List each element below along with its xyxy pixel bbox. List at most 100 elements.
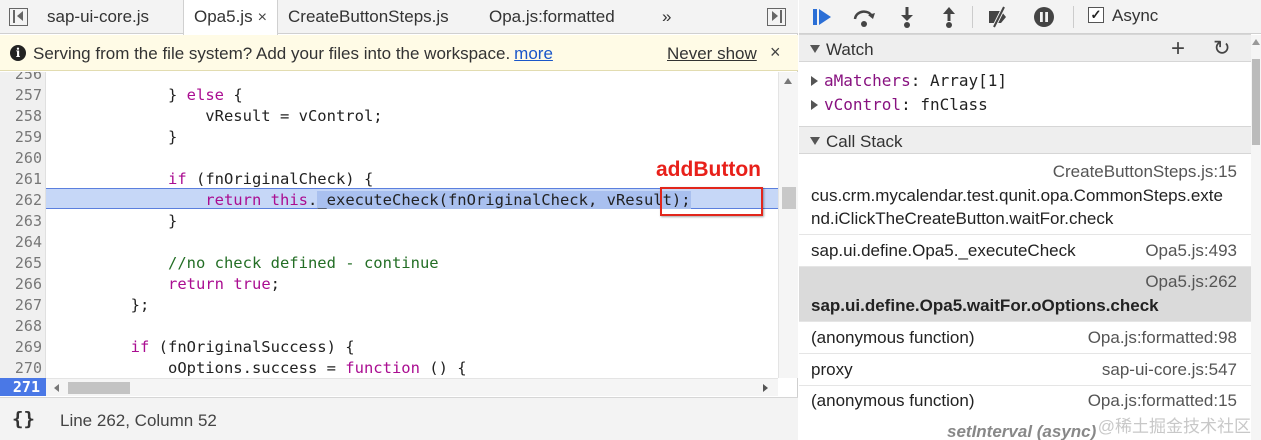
- async-label: Async: [1112, 6, 1159, 25]
- watch-separator: :: [910, 71, 930, 90]
- code-line: if (fnOriginalSuccess) {: [56, 337, 355, 358]
- code-token: (fnOriginalCheck) {: [186, 170, 374, 188]
- call-frame[interactable]: (anonymous function) Opa.js:formatted:98: [799, 322, 1251, 354]
- frame-function: sap.ui.define.Opa5._executeCheck: [811, 241, 1076, 260]
- code-line: return this._executeCheck(fnOriginalChec…: [56, 190, 691, 211]
- watch-value: Array[1]: [929, 71, 1008, 90]
- toolbar-separator: [1073, 6, 1074, 28]
- scroll-thumb[interactable]: [1252, 59, 1260, 145]
- code-editor[interactable]: 256 257 258 259 260 261 262 263 264 265 266 267 268 2…: [0, 72, 778, 378]
- line-number[interactable]: 264: [0, 232, 42, 253]
- tab-label: Opa.js:formatted: [489, 7, 615, 26]
- call-frame-selected[interactable]: Opa5.js:262 sap.ui.define.Opa5.waitFor.o…: [799, 267, 1251, 322]
- line-number[interactable]: 267: [0, 295, 42, 316]
- step-out-icon[interactable]: [936, 4, 962, 30]
- code-line: return true;: [56, 274, 280, 295]
- watch-item[interactable]: vControl: fnClass: [811, 95, 988, 114]
- async-checkbox[interactable]: ✓: [1088, 7, 1104, 23]
- selected-code: _executeCheck(fnOriginalCheck, vResult);: [317, 191, 691, 209]
- scroll-left-arrow-icon[interactable]: [54, 384, 59, 392]
- tab-label: Opa5.js: [194, 7, 253, 26]
- line-number[interactable]: 263: [0, 211, 42, 232]
- cursor-position: Line 262, Column 52: [60, 411, 217, 430]
- line-number[interactable]: 266: [0, 274, 42, 295]
- code-token: () {: [419, 359, 467, 377]
- sidebar-scrollbar[interactable]: [1251, 35, 1261, 440]
- call-frame[interactable]: sap.ui.define.Opa5._executeCheck Opa5.js…: [799, 235, 1251, 267]
- code-line: }: [56, 211, 177, 232]
- tab-sap-ui-core[interactable]: sap-ui-core.js: [37, 0, 149, 34]
- step-into-icon[interactable]: [894, 4, 920, 30]
- never-show-link[interactable]: Never show: [667, 44, 757, 64]
- line-number[interactable]: 261: [0, 169, 42, 190]
- more-link[interactable]: more: [514, 44, 553, 63]
- editor-status-bar: {} Line 262, Column 52: [0, 397, 798, 440]
- line-number[interactable]: 262: [0, 190, 42, 211]
- toggle-navigator-icon[interactable]: [9, 8, 28, 26]
- keyword-token: true: [233, 275, 271, 293]
- watch-item[interactable]: aMatchers: Array[1]: [811, 71, 1007, 90]
- code-token: {: [223, 86, 243, 104]
- frame-location: CreateButtonSteps.js:15: [1052, 162, 1237, 181]
- close-icon[interactable]: ×: [770, 42, 781, 63]
- close-tab-icon[interactable]: ×: [258, 9, 267, 26]
- watch-name: aMatchers: [824, 71, 911, 90]
- frame-location: sap-ui-core.js:547: [1101, 360, 1237, 379]
- call-frame[interactable]: proxy sap-ui-core.js:547: [799, 354, 1251, 386]
- scroll-up-arrow-icon[interactable]: [784, 78, 792, 84]
- chevron-double-right-icon: »: [662, 7, 672, 26]
- scroll-right-arrow-icon[interactable]: [763, 384, 768, 392]
- resume-icon[interactable]: [809, 4, 835, 30]
- pretty-print-icon[interactable]: {}: [12, 408, 35, 430]
- line-number[interactable]: 269: [0, 337, 42, 358]
- horizontal-scrollbar[interactable]: [46, 378, 778, 396]
- line-number[interactable]: 259: [0, 127, 42, 148]
- watch-value: fnClass: [920, 95, 988, 114]
- line-number[interactable]: 257: [0, 85, 42, 106]
- line-number[interactable]: 268: [0, 316, 42, 337]
- scroll-up-arrow-icon[interactable]: [1252, 39, 1260, 45]
- toggle-debugger-icon[interactable]: [767, 8, 786, 26]
- frame-location: Opa5.js:262: [1145, 272, 1237, 291]
- tab-label: sap-ui-core.js: [47, 7, 150, 26]
- code-token: }: [56, 86, 187, 104]
- line-number[interactable]: 258: [0, 106, 42, 127]
- code-line: if (fnOriginalCheck) {: [56, 169, 373, 190]
- line-number[interactable]: 256: [0, 72, 42, 85]
- tab-opa-formatted[interactable]: Opa.js:formatted: [479, 0, 615, 34]
- keyword-token: this: [270, 191, 308, 209]
- watch-section-header[interactable]: Watch + ↻: [799, 34, 1251, 62]
- scroll-thumb[interactable]: [68, 382, 130, 394]
- scroll-thumb[interactable]: [782, 187, 796, 209]
- frame-location: Opa5.js:493: [1145, 241, 1237, 260]
- line-number[interactable]: 270: [0, 358, 42, 378]
- watermark: @稀土掘金技术社区: [1097, 417, 1251, 436]
- expand-triangle-icon[interactable]: [811, 76, 818, 86]
- refresh-icon[interactable]: ↻: [1213, 36, 1231, 61]
- callstack-section-header[interactable]: Call Stack: [799, 126, 1251, 154]
- frame-function: (anonymous function): [811, 391, 975, 410]
- deactivate-breakpoints-icon[interactable]: [986, 4, 1012, 30]
- expand-triangle-icon[interactable]: [811, 100, 818, 110]
- code-token: }: [56, 212, 178, 230]
- pause-on-exceptions-icon[interactable]: [1031, 4, 1057, 30]
- debugger-sidebar: ✓ Async Watch + ↻ aMatchers: Array[1] vC…: [799, 0, 1261, 440]
- vertical-scrollbar[interactable]: [778, 72, 798, 378]
- more-tabs-button[interactable]: »: [652, 0, 671, 34]
- current-line-number[interactable]: 271: [0, 378, 46, 396]
- collapse-triangle-icon: [810, 45, 820, 53]
- step-over-icon[interactable]: [851, 4, 877, 30]
- line-number[interactable]: 265: [0, 253, 42, 274]
- line-number-gutter[interactable]: 256 257 258 259 260 261 262 263 264 265 266 267 268 2…: [0, 72, 46, 378]
- infobar-text: Serving from the file system? Add your f…: [33, 44, 511, 63]
- call-frame[interactable]: CreateButtonSteps.js:15 cus.crm.mycalend…: [799, 155, 1251, 235]
- tab-create-button-steps[interactable]: CreateButtonSteps.js: [278, 0, 449, 34]
- workspace-infobar: i Serving from the file system? Add your…: [0, 35, 798, 71]
- add-watch-icon[interactable]: +: [1171, 35, 1185, 63]
- code-line: //no check defined - continue: [56, 253, 439, 274]
- tab-opa5[interactable]: Opa5.js ×: [183, 0, 278, 35]
- line-number[interactable]: 260: [0, 148, 42, 169]
- collapse-triangle-icon: [810, 137, 820, 145]
- code-token: ;: [270, 275, 280, 293]
- code-line: };: [56, 295, 150, 316]
